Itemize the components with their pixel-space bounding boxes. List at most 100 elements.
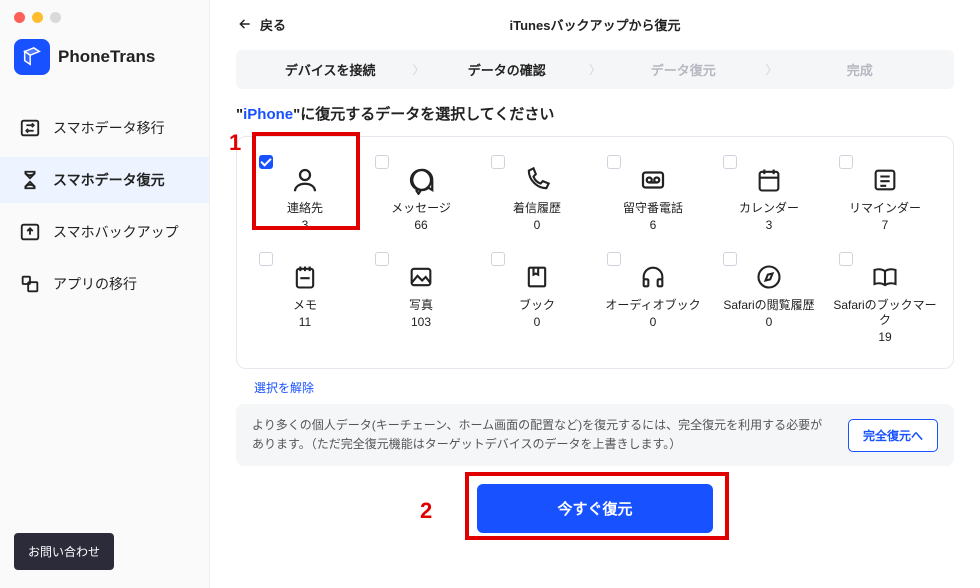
- cell-label: 写真: [409, 298, 433, 313]
- phone-icon: [516, 163, 558, 197]
- cell-count: 0: [766, 315, 773, 329]
- cell-count: 19: [878, 330, 891, 344]
- sidebar-item-label: スマホデータ復元: [53, 170, 165, 190]
- calendar-icon: [748, 163, 790, 197]
- cell-label: ブック: [519, 298, 555, 313]
- heading-device: iPhone: [243, 106, 293, 123]
- checkbox[interactable]: [839, 252, 853, 266]
- compass-icon: [748, 260, 790, 294]
- cell-label: Safariのブックマーク: [829, 298, 941, 328]
- headphones-icon: [632, 260, 674, 294]
- backup-icon: [19, 221, 41, 243]
- checkbox[interactable]: [259, 252, 273, 266]
- cell-books[interactable]: ブック 0: [479, 248, 595, 350]
- contact-button[interactable]: お問い合わせ: [14, 533, 114, 570]
- sidebar-item-restore[interactable]: スマホデータ復元: [0, 157, 209, 203]
- checkbox[interactable]: [375, 155, 389, 169]
- cell-label: メモ: [293, 298, 317, 313]
- full-restore-button[interactable]: 完全復元へ: [848, 419, 938, 452]
- arrow-left-icon: [236, 17, 254, 31]
- back-label: 戻る: [260, 15, 286, 34]
- checkbox[interactable]: [723, 252, 737, 266]
- cell-count: 3: [302, 218, 309, 232]
- voicemail-icon: [632, 163, 674, 197]
- minimize-window-icon[interactable]: [32, 12, 43, 23]
- cell-contacts[interactable]: 連絡先 3: [247, 151, 363, 238]
- back-button[interactable]: 戻る: [236, 15, 286, 34]
- cell-messages[interactable]: メッセージ 66: [363, 151, 479, 238]
- message-icon: [400, 163, 442, 197]
- brand-logo-icon: [14, 39, 50, 75]
- cell-label: リマインダー: [849, 201, 921, 216]
- deselect-link[interactable]: 選択を解除: [254, 379, 954, 396]
- restore-now-button[interactable]: 今すぐ復元: [477, 484, 712, 533]
- cell-label: カレンダー: [739, 201, 799, 216]
- checkbox[interactable]: [839, 155, 853, 169]
- checkbox[interactable]: [491, 252, 505, 266]
- cell-notes[interactable]: メモ 11: [247, 248, 363, 350]
- sidebar-item-label: スマホデータ移行: [53, 118, 165, 138]
- checkbox[interactable]: [375, 252, 389, 266]
- cell-safari-bookmarks[interactable]: Safariのブックマーク 19: [827, 248, 943, 350]
- heading: "iPhone"に復元するデータを選択してください: [236, 103, 954, 124]
- cell-count: 3: [766, 218, 773, 232]
- reminders-icon: [864, 163, 906, 197]
- cell-count: 66: [414, 218, 427, 232]
- cell-count: 6: [650, 218, 657, 232]
- sidebar-item-label: アプリの移行: [53, 274, 137, 294]
- stepper: デバイスを接続 〉 データの確認 〉 データ復元 〉 完成: [236, 50, 954, 89]
- cell-label: オーディオブック: [605, 298, 700, 313]
- cell-label: Safariの閲覧履歴: [723, 298, 814, 313]
- apps-icon: [19, 273, 41, 295]
- step-restore: データ復元: [603, 60, 763, 79]
- step-verify: データの確認: [427, 60, 587, 79]
- photos-icon: [400, 260, 442, 294]
- bookmark-open-icon: [864, 260, 906, 294]
- cell-voicemail[interactable]: 留守番電話 6: [595, 151, 711, 238]
- cell-reminders[interactable]: リマインダー 7: [827, 151, 943, 238]
- maximize-window-icon[interactable]: [50, 12, 61, 23]
- page-title: iTunesバックアップから復元: [510, 15, 681, 34]
- cell-photos[interactable]: 写真 103: [363, 248, 479, 350]
- data-grid: 連絡先 3 メッセージ 66 着信履歴 0 留守番電話 6: [236, 136, 954, 369]
- close-window-icon[interactable]: [14, 12, 25, 23]
- checkbox[interactable]: [491, 155, 505, 169]
- cell-label: 留守番電話: [623, 201, 683, 216]
- window-controls: [0, 0, 209, 29]
- cell-count: 7: [882, 218, 889, 232]
- titlebar: 戻る iTunesバックアップから復元: [236, 10, 954, 38]
- cell-label: 連絡先: [287, 201, 323, 216]
- cell-count: 0: [534, 218, 541, 232]
- cell-call-history[interactable]: 着信履歴 0: [479, 151, 595, 238]
- transfer-icon: [19, 117, 41, 139]
- notice: より多くの個人データ(キーチェーン、ホーム画面の配置など)を復元するには、完全復…: [236, 404, 954, 466]
- contacts-icon: [284, 163, 326, 197]
- chevron-right-icon: 〉: [410, 61, 426, 78]
- sidebar: PhoneTrans スマホデータ移行 スマホデータ復元 スマホバックアップ: [0, 0, 210, 588]
- step-done: 完成: [780, 60, 940, 79]
- chevron-right-icon: 〉: [587, 61, 603, 78]
- notice-text: より多くの個人データ(キーチェーン、ホーム画面の配置など)を復元するには、完全復…: [252, 416, 832, 454]
- cell-safari-history[interactable]: Safariの閲覧履歴 0: [711, 248, 827, 350]
- checkbox[interactable]: [259, 155, 273, 169]
- cell-label: 着信履歴: [513, 201, 561, 216]
- sidebar-item-apps[interactable]: アプリの移行: [0, 261, 209, 307]
- cell-calendar[interactable]: カレンダー 3: [711, 151, 827, 238]
- sidebar-item-transfer[interactable]: スマホデータ移行: [0, 105, 209, 151]
- checkbox[interactable]: [723, 155, 737, 169]
- cell-count: 11: [299, 315, 311, 329]
- step-connect: デバイスを接続: [250, 60, 410, 79]
- sidebar-item-label: スマホバックアップ: [53, 222, 179, 242]
- notes-icon: [284, 260, 326, 294]
- cell-audiobooks[interactable]: オーディオブック 0: [595, 248, 711, 350]
- main-content: 戻る iTunesバックアップから復元 デバイスを接続 〉 データの確認 〉 デ…: [210, 0, 980, 588]
- book-icon: [516, 260, 558, 294]
- brand: PhoneTrans: [0, 29, 209, 95]
- hourglass-icon: [19, 169, 41, 191]
- cell-count: 0: [650, 315, 657, 329]
- sidebar-item-backup[interactable]: スマホバックアップ: [0, 209, 209, 255]
- checkbox[interactable]: [607, 252, 621, 266]
- sidebar-nav: スマホデータ移行 スマホデータ復元 スマホバックアップ アプリの移行: [0, 105, 209, 307]
- cell-count: 0: [534, 315, 541, 329]
- checkbox[interactable]: [607, 155, 621, 169]
